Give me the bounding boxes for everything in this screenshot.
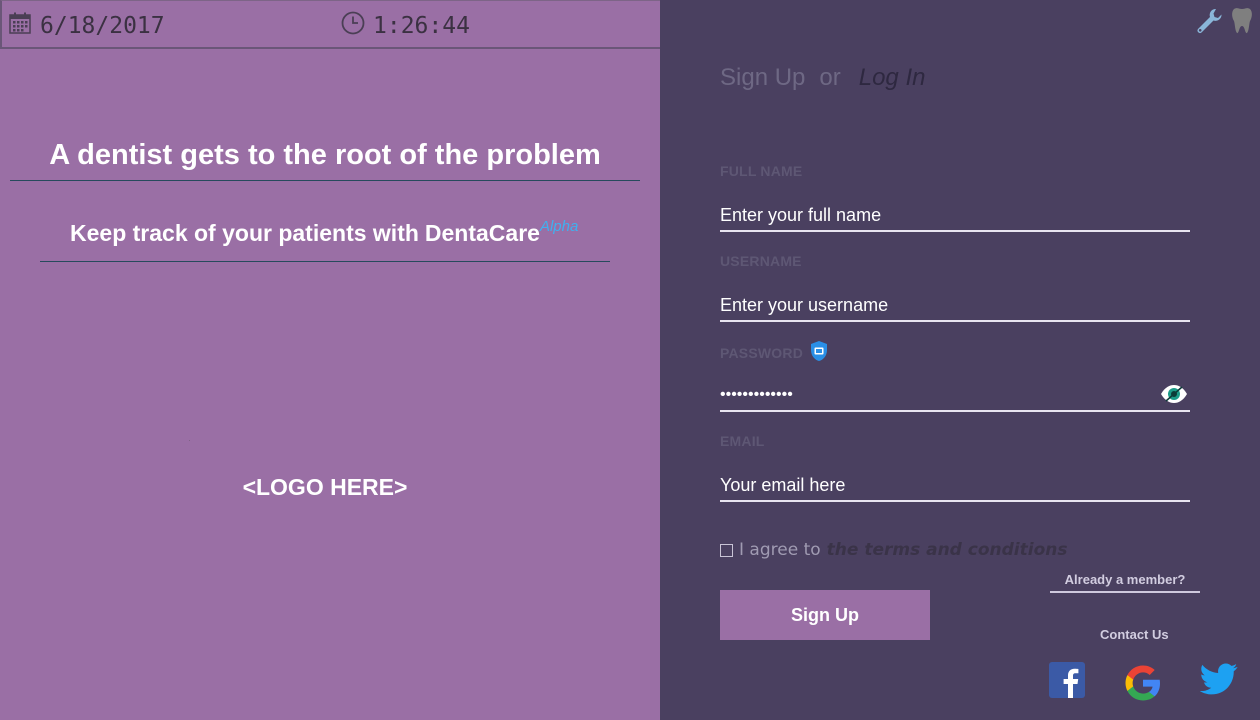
email-label: EMAIL	[720, 433, 765, 449]
hero-tagline: Keep track of your patients with DentaCar…	[70, 218, 578, 247]
full-name-field-wrap	[720, 200, 1190, 232]
eye-icon[interactable]	[1160, 384, 1188, 409]
terms-prefix: I agree to	[739, 540, 821, 560]
headline-divider	[10, 180, 640, 181]
hero-headline: A dentist gets to the root of the proble…	[49, 139, 601, 171]
terms-link[interactable]: the terms and conditions	[827, 540, 1068, 560]
email-label-text: EMAIL	[720, 433, 765, 449]
full-name-input[interactable]	[720, 200, 1190, 230]
date-display: 6/18/2017	[8, 11, 165, 40]
shield-lock-icon[interactable]	[809, 340, 829, 365]
username-label: USERNAME	[720, 253, 802, 269]
username-label-text: USERNAME	[720, 253, 802, 269]
tooth-icon[interactable]	[1230, 6, 1254, 41]
calendar-icon	[8, 11, 32, 40]
terms-row: I agree to the terms and conditions	[720, 540, 1067, 560]
terms-checkbox[interactable]	[720, 543, 733, 557]
auth-tabs: Sign Up or Log In	[720, 64, 925, 92]
tagline-divider	[40, 261, 610, 262]
current-date: 6/18/2017	[40, 12, 165, 39]
clock-icon	[341, 11, 365, 40]
logo-placeholder: <LOGO HERE>	[242, 474, 408, 500]
already-member-link[interactable]: Already a member?	[1050, 572, 1200, 593]
tagline-text: Keep track of your patients with	[70, 220, 419, 246]
password-label-text: PASSWORD	[720, 344, 804, 361]
google-icon[interactable]	[1122, 662, 1164, 709]
email-input[interactable]	[720, 470, 1190, 500]
facebook-icon[interactable]	[1049, 662, 1085, 703]
tab-signup[interactable]: Sign Up	[720, 64, 805, 92]
username-input[interactable]	[720, 290, 1190, 320]
brand-name: DentaCare	[424, 220, 540, 246]
username-field-wrap	[720, 290, 1190, 322]
time-display: 1:26:44	[341, 11, 470, 40]
password-field-wrap	[720, 380, 1190, 412]
sign-up-button[interactable]: Sign Up	[720, 590, 930, 640]
wrench-icon[interactable]	[1194, 6, 1224, 41]
password-input[interactable]	[720, 380, 1190, 410]
full-name-label: FULL NAME	[720, 163, 802, 179]
twitter-icon[interactable]	[1199, 662, 1238, 701]
toolbar	[1194, 6, 1254, 41]
auth-panel: Sign Up or Log In FULL NAME USERNAME PAS…	[660, 0, 1260, 720]
stray-dot	[189, 440, 190, 441]
email-field-wrap	[720, 470, 1190, 502]
brand-badge: Alpha	[539, 218, 579, 235]
hero-panel: 6/18/2017 1:26:44 A dentist gets to the …	[0, 0, 660, 720]
contact-us-link[interactable]: Contact Us	[1100, 627, 1169, 642]
password-label: PASSWORD	[720, 340, 829, 365]
tab-login[interactable]: Log In	[859, 64, 926, 92]
auth-or-text: or	[819, 64, 841, 91]
current-time: 1:26:44	[373, 12, 470, 39]
full-name-label-text: FULL NAME	[720, 163, 803, 179]
date-time-bar: 6/18/2017 1:26:44	[0, 0, 660, 49]
